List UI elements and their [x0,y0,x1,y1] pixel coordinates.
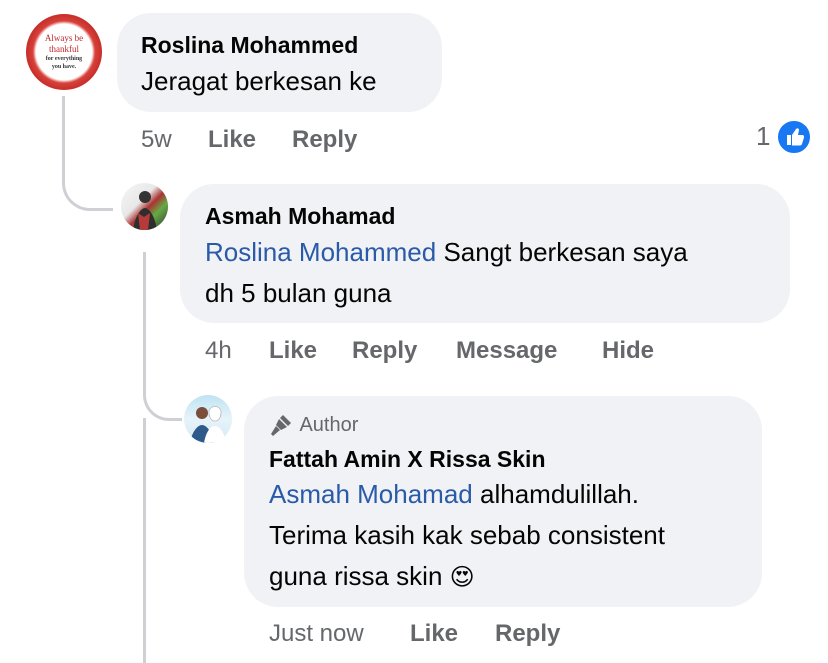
comment-actions-fattah: Just now Like Reply [269,620,669,650]
comment-text-line3: guna rissa skin [269,561,443,591]
comment-bubble-fattah: Author Fattah Amin X Rissa Skin Asmah Mo… [244,396,762,607]
avatar-quote-line3: for everything [45,56,83,62]
comment-text-line2: dh 5 bulan guna [205,278,392,308]
reaction-summary[interactable]: 1 [756,119,812,155]
avatar-quote-card: Always be thankful for everything you ha… [39,27,89,77]
comment-text-line2: Terima kasih kak sebab consistent [269,520,665,550]
author-badge: Author [269,413,358,437]
comment-author[interactable]: Roslina Mohammed [141,32,358,59]
reply-button[interactable]: Reply [292,126,357,154]
mention-link[interactable]: Asmah Mohamad [269,479,473,509]
like-reaction-icon [776,119,812,155]
comment-actions-asmah: 4h Like Reply Message Hide [205,337,685,367]
avatar-quote-line4: you have. [51,64,77,70]
comment-actions-roslina: 5w Like Reply [141,126,541,156]
person-icon [133,191,157,230]
hide-button[interactable]: Hide [602,337,654,365]
reaction-count: 1 [756,121,771,151]
comment-author[interactable]: Fattah Amin X Rissa Skin [269,446,546,473]
heart-eyes-emoji: 😍 [449,564,475,591]
like-button[interactable]: Like [208,126,256,154]
people-icon [190,406,226,443]
avatar-asmah[interactable] [121,183,168,230]
like-button[interactable]: Like [269,337,317,365]
thread-line-main [62,96,113,211]
thread-line-continue [143,418,146,663]
comment-text-line1: Sangt berkesan saya [443,237,688,267]
comment-bubble-asmah: Asmah Mohamad Roslina Mohammed Sangt ber… [180,184,790,323]
reply-button[interactable]: Reply [352,337,417,365]
message-button[interactable]: Message [456,337,557,365]
comment-text-line1: alhamdulillah. [480,479,639,509]
like-button[interactable]: Like [410,620,458,648]
author-badge-label: Author [299,413,359,436]
mention-link[interactable]: Roslina Mohammed [205,237,436,267]
avatar-fattah[interactable] [184,395,232,443]
comment-text: Jeragat berkesan ke [141,66,377,96]
reply-button[interactable]: Reply [495,620,560,648]
microphone-icon [271,415,291,436]
comment-text: Roslina Mohammed Sangt berkesan saya dh … [205,232,785,314]
thread-line-reply [143,252,182,421]
avatar-roslina[interactable]: Always be thankful for everything you ha… [26,14,102,90]
avatar-quote-line1: Always be [44,33,84,43]
comment-time[interactable]: 4h [205,337,232,365]
comment-bubble-roslina: Roslina Mohammed Jeragat berkesan ke [117,13,442,112]
comment-text: Asmah Mohamad alhamdulillah. Terima kasi… [269,474,759,598]
avatar-quote-line2: thankful [49,44,79,54]
comment-author[interactable]: Asmah Mohamad [205,203,395,230]
comment-time[interactable]: Just now [269,620,364,648]
comment-time[interactable]: 5w [141,126,172,154]
